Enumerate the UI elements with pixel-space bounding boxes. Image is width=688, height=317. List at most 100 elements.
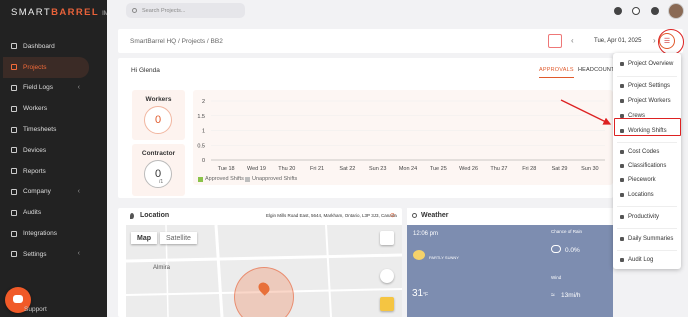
- x-tick-label: Sat 22: [339, 166, 355, 172]
- weather-panel: 12:06 pm PARTLY SUNNY 31°F Chance of Rai…: [407, 225, 613, 317]
- person-icon: [620, 99, 624, 103]
- support-link[interactable]: Support: [24, 306, 47, 313]
- search-input[interactable]: Search Projects...: [126, 3, 245, 18]
- menu-item-cost-codes[interactable]: Cost Codes: [620, 149, 659, 155]
- shifts-chart-svg: 2 1.5 1 0.5 0 Tue 18 Wed 19 Thu 20 Fri 21 Sat 22 S…: [197, 99, 605, 172]
- gear-icon[interactable]: [651, 7, 659, 15]
- menu-item-project-overview[interactable]: Project Overview: [620, 61, 673, 67]
- dashboard-icon: [11, 43, 17, 50]
- menu-item-project-workers[interactable]: Project Workers: [620, 98, 671, 104]
- location-address: Elgin Mills Road East, 5644, Markham, On…: [266, 213, 397, 218]
- sidebar-item-settings[interactable]: Settings ‹: [0, 244, 107, 265]
- sidebar-item-label: Field Logs: [23, 84, 53, 92]
- chevron-icon[interactable]: ‹: [78, 84, 80, 91]
- breadcrumb[interactable]: SmartBarrel HQ / Projects / BB2: [130, 38, 223, 45]
- prev-date-button[interactable]: ‹: [571, 36, 574, 45]
- piecework-icon: [620, 178, 624, 182]
- x-tick-label: Thu 27: [490, 166, 507, 172]
- menu-item-daily-summaries[interactable]: Daily Summaries: [620, 236, 673, 242]
- menu-divider: [617, 250, 677, 251]
- menu-item-productivity[interactable]: Productivity: [620, 214, 659, 220]
- audits-icon: [11, 209, 17, 216]
- annotation-circle: [658, 29, 684, 55]
- wind-label: Wind: [551, 275, 562, 280]
- settings-icon: [11, 251, 17, 258]
- street-view-icon[interactable]: [380, 297, 394, 311]
- sidebar-item-label: Workers: [23, 105, 48, 113]
- menu-item-classifications[interactable]: Classifications: [620, 163, 666, 169]
- menu-divider: [617, 206, 677, 207]
- workers-stat: Workers 0: [132, 90, 185, 140]
- map-fullscreen-button[interactable]: [380, 231, 394, 245]
- annotation-highlight-box: [614, 118, 681, 136]
- productivity-icon: [620, 215, 624, 219]
- timesheets-icon: [11, 126, 17, 133]
- classifications-icon: [620, 164, 624, 168]
- sidebar-item-label: Dashboard: [23, 42, 55, 50]
- map[interactable]: Almira Map Satellite: [126, 225, 402, 317]
- sidebar-item-label: Settings: [23, 250, 47, 258]
- location-pin-icon: [130, 213, 134, 219]
- sidebar-item-audits[interactable]: Audits: [0, 202, 107, 223]
- sidebar-item-field-logs[interactable]: Field Logs ‹: [0, 78, 107, 99]
- fullscreen-button[interactable]: [548, 34, 562, 48]
- header-bar: SmartBarrel HQ / Projects / BB2 ‹ Tue, A…: [118, 29, 683, 53]
- legend-unapproved[interactable]: Unapproved Shifts: [245, 176, 297, 182]
- date-display[interactable]: Tue, Apr 01, 2025: [594, 38, 641, 44]
- sidebar-item-label: Integrations: [23, 230, 57, 238]
- sidebar-item-label: Audits: [23, 209, 42, 217]
- workers-count: 0: [144, 106, 172, 134]
- tab-approvals[interactable]: APPROVALS: [539, 67, 574, 78]
- sidebar-item-reports[interactable]: Reports: [0, 161, 107, 182]
- satellite-view-button[interactable]: Satellite: [160, 232, 197, 244]
- menu-divider: [617, 228, 677, 229]
- sidebar-nav: Dashboard Projects Field Logs ‹ Workers Times…: [0, 36, 107, 265]
- top-bar: Search Projects...: [107, 0, 688, 23]
- brand-logo[interactable]: SMARTBARREL IM: [11, 7, 109, 18]
- weather-time: 12:06 pm: [413, 231, 439, 237]
- edit-location-icon[interactable]: ⊙: [390, 212, 395, 219]
- map-location-button[interactable]: [380, 269, 394, 283]
- folder-icon: [11, 64, 17, 71]
- sidebar-item-label: Devices: [23, 146, 47, 154]
- next-date-button[interactable]: ›: [653, 36, 656, 45]
- map-view-button[interactable]: Map: [131, 232, 157, 244]
- x-tick-label: Fri 21: [310, 166, 324, 172]
- legend-approved[interactable]: Approved Shifts: [198, 176, 244, 182]
- menu-item-piecework[interactable]: Piecework: [620, 177, 656, 183]
- sidebar-item-label: Timesheets: [23, 126, 57, 134]
- sidebar-item-projects[interactable]: Projects: [3, 56, 89, 78]
- notifications-icon[interactable]: [614, 7, 622, 15]
- sidebar-item-workers[interactable]: Workers: [0, 98, 107, 119]
- x-tick-label: Sat 29: [552, 166, 568, 172]
- chevron-icon[interactable]: ‹: [78, 250, 80, 257]
- rain-cloud-icon: [551, 245, 561, 253]
- y-tick-label: 0: [202, 158, 205, 164]
- theme-icon[interactable]: [632, 7, 640, 15]
- sidebar-item-dashboard[interactable]: Dashboard: [0, 36, 107, 57]
- sidebar-item-label: Reports: [23, 167, 46, 175]
- sidebar-item-company[interactable]: Company ‹: [0, 182, 107, 203]
- approvals-card: Hi Glenda APPROVALS HEADCOUNTS Workers 0…: [118, 58, 618, 198]
- greeting: Hi Glenda: [131, 67, 160, 74]
- sidebar-item-timesheets[interactable]: Timesheets: [0, 119, 107, 140]
- gear-icon: [620, 84, 624, 88]
- avatar[interactable]: [668, 3, 684, 19]
- y-tick-label: 1: [202, 129, 205, 135]
- menu-item-project-settings[interactable]: Project Settings: [620, 83, 670, 89]
- sidebar-item-integrations[interactable]: Integrations: [0, 223, 107, 244]
- x-tick-label: Wed 19: [247, 166, 266, 172]
- sidebar-item-devices[interactable]: Devices: [0, 140, 107, 161]
- rain-value: 0.0%: [565, 247, 580, 254]
- chevron-icon[interactable]: ‹: [78, 188, 80, 195]
- menu-item-audit-log[interactable]: Audit Log: [620, 257, 653, 263]
- map-town-label: Almira: [153, 265, 171, 271]
- x-tick-label: Tue 25: [430, 166, 447, 172]
- cost-codes-icon: [620, 150, 624, 154]
- contractor-count: 0/1: [144, 160, 172, 188]
- y-tick-label: 0.5: [197, 143, 205, 149]
- menu-item-locations[interactable]: Locations: [620, 192, 654, 198]
- weather-title: Weather: [421, 212, 449, 219]
- project-dropdown-menu: Project Overview Project Settings Project …: [613, 53, 681, 269]
- audit-log-icon: [620, 258, 624, 262]
